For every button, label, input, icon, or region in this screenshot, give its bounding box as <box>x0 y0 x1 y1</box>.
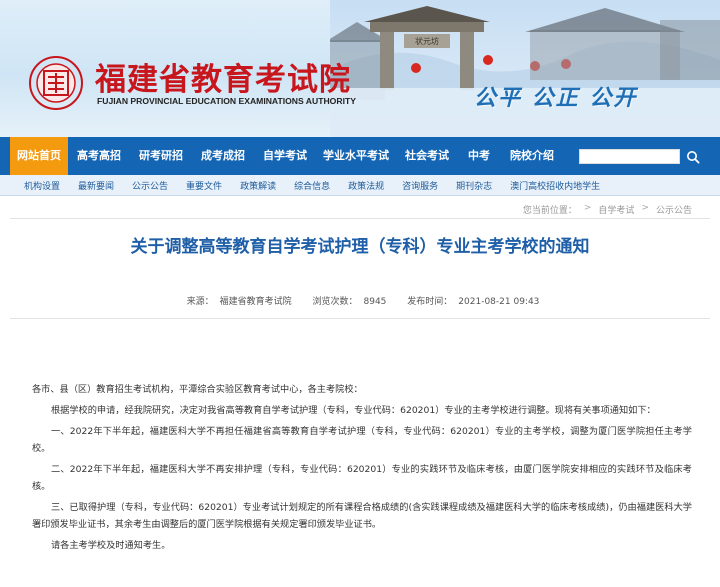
breadcrumb: 您当前位置： > 自学考试 > 公示公告 <box>523 203 692 216</box>
paragraph-item-1: 一、2022年下半年起，福建医科大学不再担任福建省高等教育自学考试护理（专科，专… <box>32 426 692 454</box>
nav-item-xueye[interactable]: 学业水平考试 <box>316 137 396 175</box>
subnav-item-jigou[interactable]: 机构设置 <box>24 179 60 192</box>
paragraph-item-2: 二、2022年下半年起，福建医科大学不再安排护理（专科，专业代码：620201）… <box>32 464 692 492</box>
breadcrumb-item-zikao[interactable]: 自学考试 <box>598 203 634 216</box>
seal-logo <box>29 56 83 110</box>
paragraph-item-3: 三、已取得护理（专科，专业代码：620201）专业考试计划规定的所有课程合格成绩… <box>32 502 692 530</box>
search-button[interactable] <box>684 148 702 165</box>
site-brand-subtitle: FUJIAN PROVINCIAL EDUCATION EXAMINATIONS… <box>97 96 356 106</box>
subnav-item-fagui[interactable]: 政策法规 <box>348 179 384 192</box>
subnav-item-gonggao[interactable]: 公示公告 <box>132 179 168 192</box>
nav-item-zhongkao[interactable]: 中考 <box>458 137 500 175</box>
breadcrumb-prefix: 您当前位置： <box>522 206 577 216</box>
article-meta: 来源： 福建省教育考试院 浏览次数： 8945 发布时间： 2021-08-21 09… <box>0 294 720 307</box>
subnav-item-yaowen[interactable]: 最新要闻 <box>78 179 114 192</box>
nav-item-yuanxiao[interactable]: 院校介绍 <box>500 137 564 175</box>
article-title: 关于调整高等教育自学考试护理（专科）专业主考学校的通知 <box>130 237 590 257</box>
nav-item-zikao[interactable]: 自学考试 <box>254 137 316 175</box>
nav-item-shehui[interactable]: 社会考试 <box>396 137 458 175</box>
site-brand-title: 福建省教育考试院 <box>95 62 351 98</box>
breadcrumb-separator: > <box>641 203 649 213</box>
breadcrumb-separator: > <box>583 203 592 213</box>
divider <box>10 318 710 319</box>
slogan-text: 公平 公正 公开 <box>474 85 638 111</box>
views-label: 浏览次数： <box>312 297 358 307</box>
search-icon <box>687 150 700 164</box>
paragraph-salutation: 各市、县（区）教育招生考试机构，平潭综合实验区教育考试中心，各主考院校： <box>32 384 363 395</box>
subnav-item-qikan[interactable]: 期刊杂志 <box>456 179 492 192</box>
breadcrumb-item-gonggao[interactable]: 公示公告 <box>656 203 692 216</box>
header-banner: 状元坊 福建省教育考试院 FUJIAN PROVINCIAL EDUCATION… <box>0 0 720 137</box>
nav-item-chengkao[interactable]: 成考成招 <box>192 137 254 175</box>
views-value: 8945 <box>363 297 387 307</box>
subnav-item-zonghe[interactable]: 综合信息 <box>294 179 330 192</box>
date-value: 2021-08-21 09:43 <box>458 297 540 307</box>
subnav-item-jiedu[interactable]: 政策解读 <box>240 179 276 192</box>
sub-navigation: 机构设置 最新要闻 公示公告 重要文件 政策解读 综合信息 政策法规 咨询服务 … <box>0 175 720 196</box>
nav-item-gaokao[interactable]: 高考高招 <box>68 137 130 175</box>
source-value: 福建省教育考试院 <box>219 297 292 307</box>
date-label: 发布时间： <box>407 297 453 307</box>
subnav-item-wenjian[interactable]: 重要文件 <box>186 179 222 192</box>
subnav-item-aomen[interactable]: 澳门高校招收内地学生 <box>510 179 600 192</box>
paragraph-closing: 请各主考学校及时通知考生。 <box>51 540 171 551</box>
nav-item-yankao[interactable]: 研考研招 <box>130 137 192 175</box>
divider <box>10 218 710 219</box>
nav-item-home[interactable]: 网站首页 <box>10 137 68 175</box>
article-body: 各市、县（区）教育招生考试机构，平潭综合实验区教育考试中心，各主考院校： 根据学… <box>32 381 692 558</box>
banner-scenery-image: 状元坊 <box>330 0 720 137</box>
subnav-item-zixun[interactable]: 咨询服务 <box>402 179 438 192</box>
source-label: 来源： <box>186 297 214 307</box>
paragraph-intro: 根据学校的申请，经我院研究，决定对我省高等教育自学考试护理（专科，专业代码：62… <box>51 405 656 416</box>
search-input[interactable] <box>579 149 680 164</box>
arch-plaque-text: 状元坊 <box>415 36 439 46</box>
